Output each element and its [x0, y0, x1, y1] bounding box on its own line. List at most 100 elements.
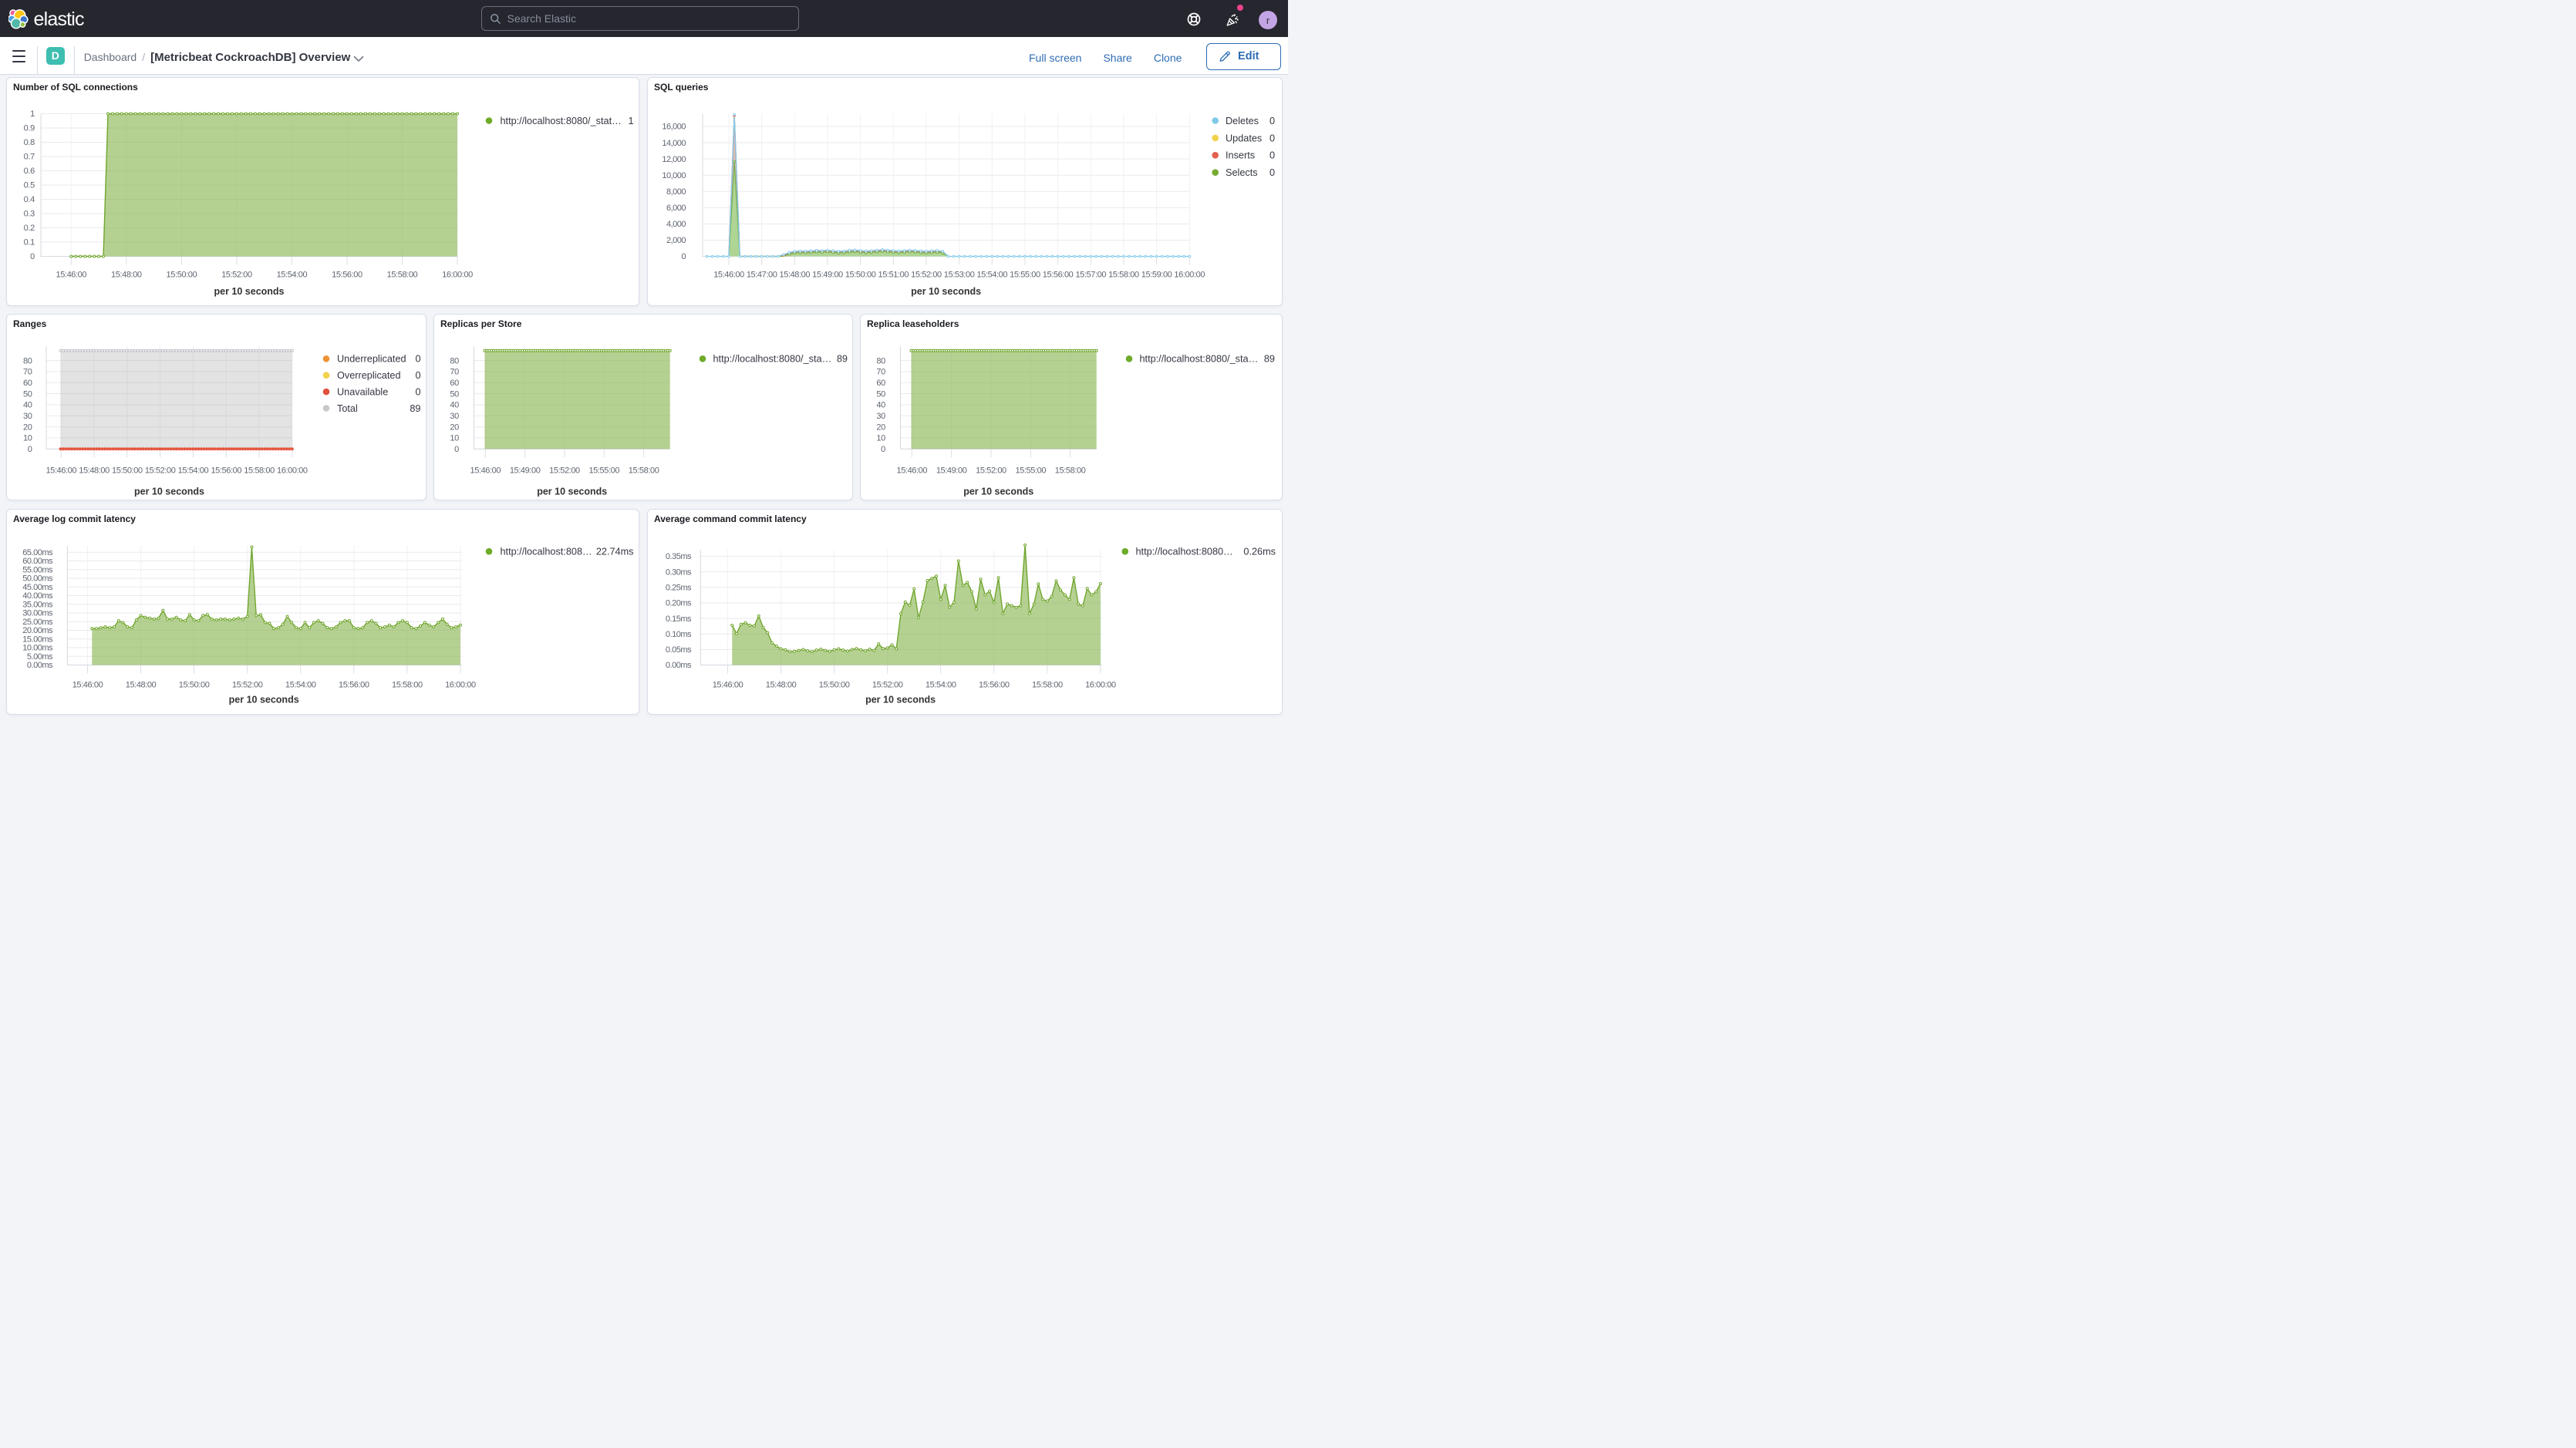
svg-text:15:58:00: 15:58:00 [1055, 466, 1086, 475]
svg-text:per 10 seconds: per 10 seconds [911, 286, 981, 297]
svg-text:15:56:00: 15:56:00 [979, 680, 1010, 689]
svg-text:0.25ms: 0.25ms [666, 583, 692, 592]
svg-text:0.2: 0.2 [24, 224, 35, 233]
svg-text:15:50:00: 15:50:00 [179, 680, 210, 689]
svg-text:15:46:00: 15:46:00 [56, 270, 86, 279]
svg-text:15:47:00: 15:47:00 [747, 270, 777, 279]
svg-text:Overreplicated: Overreplicated [337, 370, 401, 381]
svg-text:15:46:00: 15:46:00 [896, 466, 927, 475]
svg-text:60.00ms: 60.00ms [22, 557, 53, 566]
svg-text:89: 89 [1264, 353, 1275, 364]
svg-text:15:54:00: 15:54:00 [926, 680, 956, 689]
svg-text:http://localhost:8080/_sta…: http://localhost:8080/_sta… [713, 353, 832, 364]
svg-text:15:55:00: 15:55:00 [1010, 270, 1040, 279]
svg-text:16:00:00: 16:00:00 [1085, 680, 1116, 689]
svg-text:15:50:00: 15:50:00 [112, 466, 143, 475]
svg-text:20.00ms: 20.00ms [22, 626, 53, 635]
svg-text:0.26ms: 0.26ms [1243, 546, 1276, 557]
svg-text:70: 70 [450, 367, 459, 376]
svg-text:45.00ms: 45.00ms [22, 582, 53, 591]
svg-text:0: 0 [415, 370, 420, 381]
svg-text:http://localhost:8080…: http://localhost:8080… [1136, 546, 1233, 557]
svg-text:0.4: 0.4 [24, 195, 35, 204]
svg-text:15:46:00: 15:46:00 [713, 270, 744, 279]
svg-text:0: 0 [681, 252, 686, 261]
svg-text:0: 0 [881, 444, 885, 453]
svg-text:15:52:00: 15:52:00 [145, 466, 176, 475]
svg-text:0: 0 [1269, 167, 1275, 178]
svg-text:0.6: 0.6 [24, 167, 35, 176]
svg-text:80: 80 [450, 356, 459, 365]
svg-text:0.20ms: 0.20ms [666, 598, 692, 608]
svg-text:15:46:00: 15:46:00 [713, 680, 743, 689]
svg-text:10.00ms: 10.00ms [22, 643, 53, 652]
svg-text:35.00ms: 35.00ms [22, 600, 53, 609]
svg-text:Total: Total [337, 402, 358, 413]
svg-text:15:56:00: 15:56:00 [339, 680, 369, 689]
svg-text:10: 10 [876, 433, 885, 443]
svg-text:0.10ms: 0.10ms [666, 629, 692, 638]
svg-text:70: 70 [23, 367, 32, 376]
svg-text:50: 50 [876, 389, 885, 399]
svg-text:0: 0 [415, 353, 420, 364]
svg-text:http://localhost:8080/_sta…: http://localhost:8080/_sta… [1140, 353, 1259, 364]
svg-text:15:46:00: 15:46:00 [46, 466, 76, 475]
svg-text:10,000: 10,000 [662, 170, 686, 180]
svg-text:15:52:00: 15:52:00 [872, 680, 903, 689]
svg-text:15:50:00: 15:50:00 [819, 680, 850, 689]
svg-text:6,000: 6,000 [666, 204, 686, 213]
svg-text:15:59:00: 15:59:00 [1141, 270, 1172, 279]
svg-text:15:48:00: 15:48:00 [126, 680, 157, 689]
svg-text:15:53:00: 15:53:00 [944, 270, 975, 279]
svg-text:15:48:00: 15:48:00 [79, 466, 110, 475]
svg-text:15:56:00: 15:56:00 [1043, 270, 1074, 279]
svg-text:15:58:00: 15:58:00 [1032, 680, 1063, 689]
svg-text:4,000: 4,000 [666, 220, 686, 229]
svg-text:15:48:00: 15:48:00 [780, 270, 811, 279]
svg-text:20: 20 [23, 423, 32, 432]
svg-text:0.00ms: 0.00ms [666, 661, 692, 670]
svg-text:15:49:00: 15:49:00 [812, 270, 843, 279]
svg-text:0.35ms: 0.35ms [666, 552, 692, 561]
svg-text:2,000: 2,000 [666, 236, 686, 245]
svg-text:Unavailable: Unavailable [337, 386, 388, 397]
svg-text:15:48:00: 15:48:00 [111, 270, 142, 279]
svg-text:30: 30 [23, 411, 32, 420]
svg-text:Selects: Selects [1226, 167, 1258, 178]
svg-text:15:52:00: 15:52:00 [221, 270, 252, 279]
svg-text:0.7: 0.7 [24, 152, 35, 161]
svg-text:0.15ms: 0.15ms [666, 614, 692, 623]
svg-text:15:52:00: 15:52:00 [232, 680, 263, 689]
svg-text:22.74ms: 22.74ms [596, 546, 634, 557]
svg-text:0.00ms: 0.00ms [27, 661, 53, 670]
svg-text:60: 60 [23, 379, 32, 388]
svg-text:16:00:00: 16:00:00 [1174, 270, 1205, 279]
svg-text:0.05ms: 0.05ms [666, 645, 692, 655]
svg-text:15:49:00: 15:49:00 [936, 466, 967, 475]
svg-text:15:57:00: 15:57:00 [1075, 270, 1106, 279]
svg-text:50: 50 [23, 389, 32, 399]
svg-text:40: 40 [450, 400, 459, 409]
svg-text:15:56:00: 15:56:00 [211, 466, 241, 475]
svg-text:per 10 seconds: per 10 seconds [229, 694, 299, 705]
svg-text:15:48:00: 15:48:00 [766, 680, 797, 689]
svg-text:89: 89 [410, 402, 420, 413]
svg-text:60: 60 [876, 379, 885, 388]
svg-text:30: 30 [876, 411, 885, 420]
svg-text:1: 1 [628, 115, 633, 126]
svg-text:16:00:00: 16:00:00 [445, 680, 476, 689]
svg-text:15:52:00: 15:52:00 [911, 270, 942, 279]
svg-text:70: 70 [876, 367, 885, 376]
svg-text:0: 0 [30, 252, 35, 261]
svg-text:15:54:00: 15:54:00 [277, 270, 308, 279]
svg-text:0: 0 [415, 386, 420, 397]
svg-text:per 10 seconds: per 10 seconds [865, 694, 936, 705]
svg-text:15:54:00: 15:54:00 [976, 270, 1007, 279]
svg-text:15:49:00: 15:49:00 [510, 466, 541, 475]
svg-text:15:55:00: 15:55:00 [1015, 466, 1046, 475]
svg-text:40.00ms: 40.00ms [22, 591, 53, 601]
svg-text:0: 0 [454, 444, 459, 453]
svg-text:20: 20 [876, 423, 885, 432]
svg-text:14,000: 14,000 [662, 138, 686, 147]
svg-text:0.5: 0.5 [24, 180, 35, 190]
